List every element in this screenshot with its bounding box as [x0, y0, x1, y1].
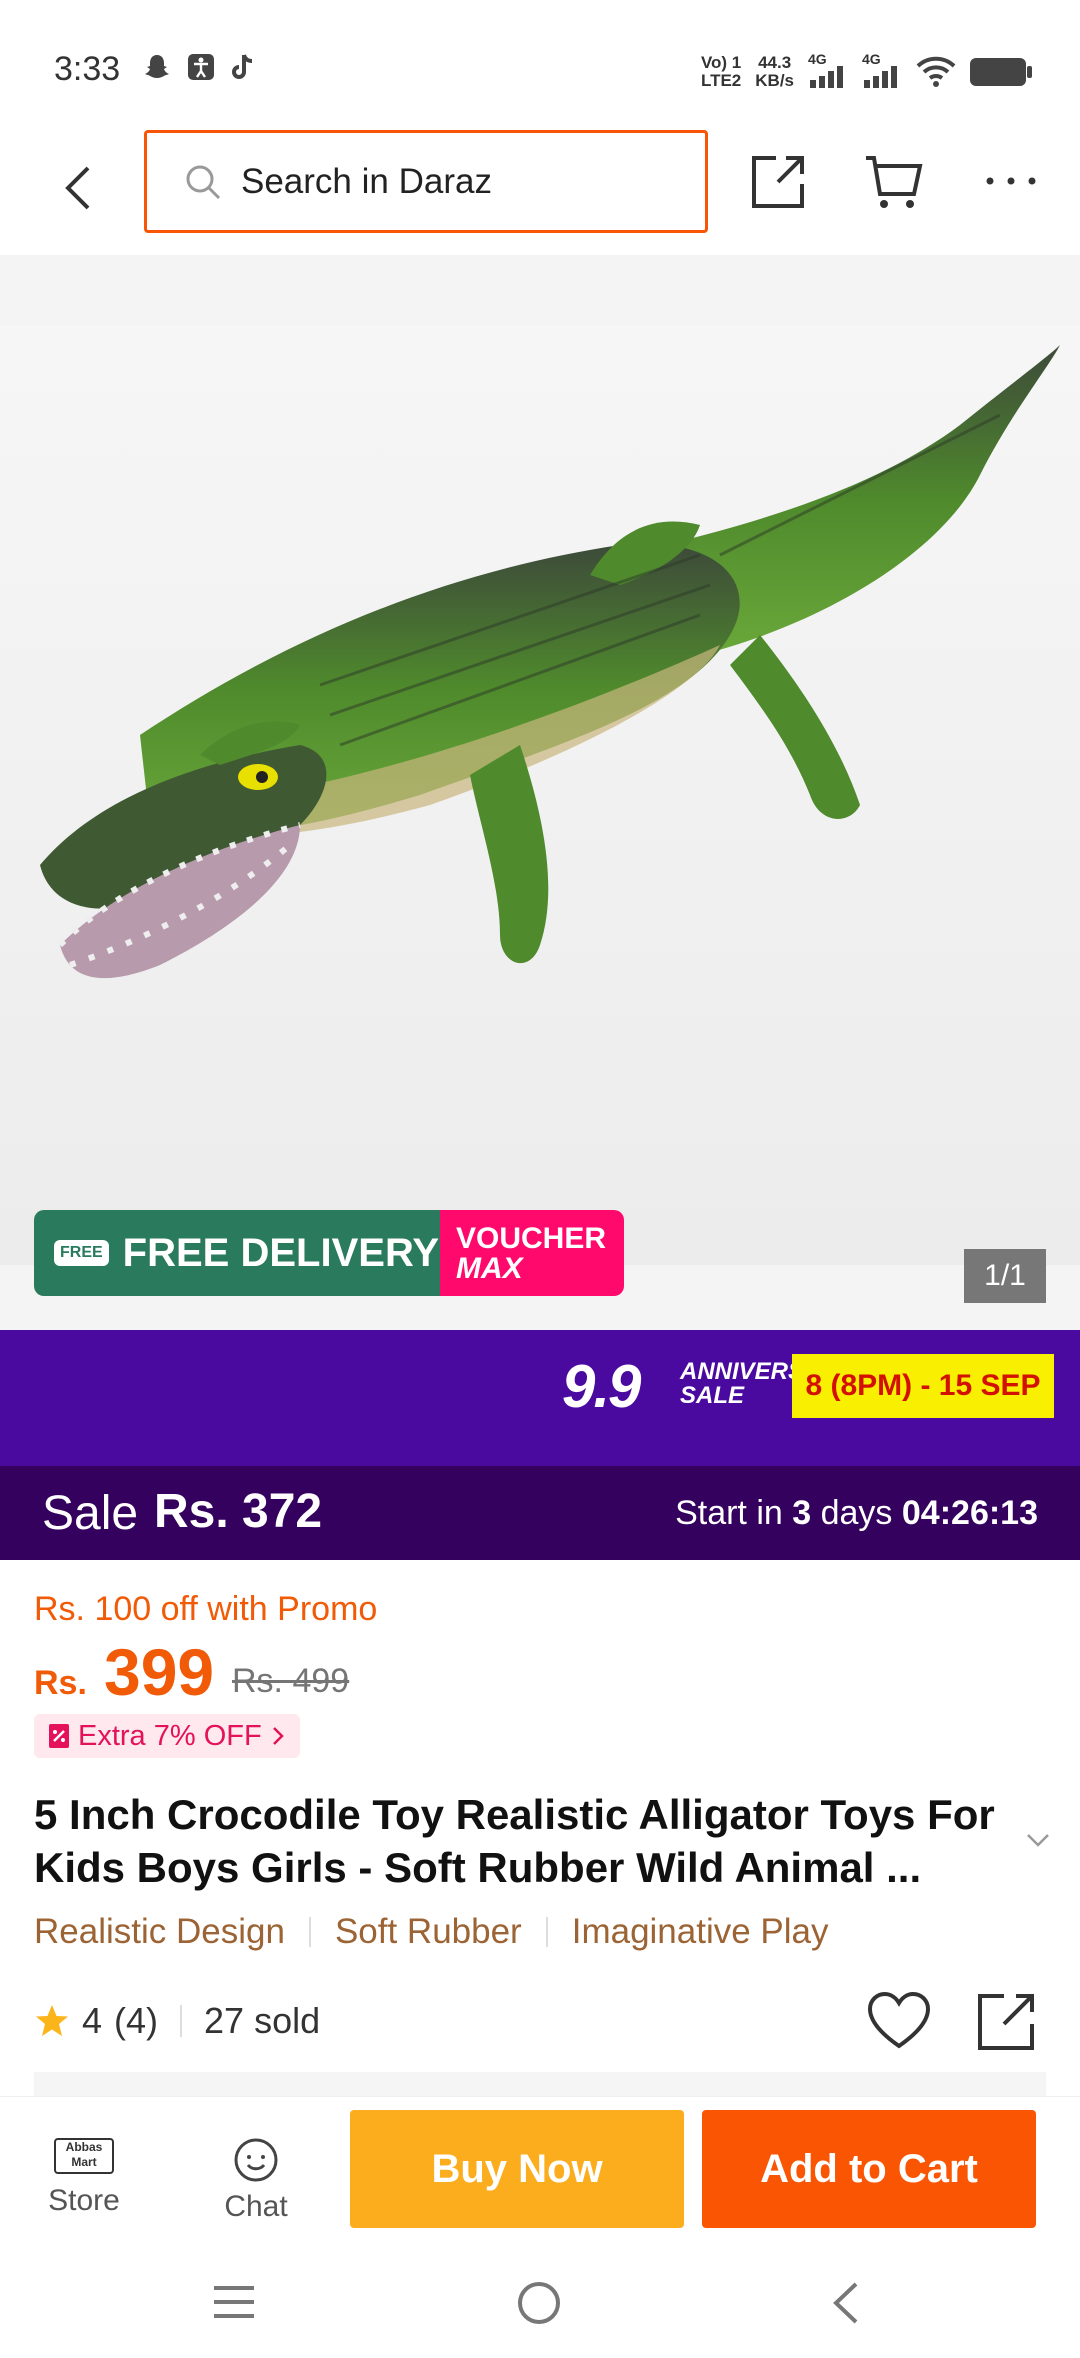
tag-soft-rubber: Soft Rubber [334, 1912, 522, 1951]
divider [180, 2005, 183, 2037]
recent-apps-icon[interactable] [212, 2282, 256, 2322]
chat-label: Chat [224, 2190, 288, 2223]
extra-off-text: Extra 7% OFF [78, 1719, 262, 1752]
delivery-truck-icon: FREE [54, 1240, 109, 1266]
tiktok-icon [232, 54, 253, 79]
rating-row[interactable]: 4 (4) 27 sold [34, 2000, 320, 2042]
free-delivery-text: FREE DELIVERY [122, 1230, 440, 1275]
product-image[interactable]: FREE FREE DELIVERY VOUCHER MAX 1/1 [0, 255, 1080, 1330]
add-to-cart-button[interactable]: Add to Cart [702, 2110, 1036, 2228]
sale-label: Sale [42, 1487, 139, 1540]
snapchat-icon [145, 55, 169, 78]
more-options-icon[interactable] [980, 150, 1042, 212]
product-tags: Realistic Design Soft Rubber Imaginative… [34, 1912, 829, 1952]
store-label: Store [48, 2184, 120, 2217]
battery-icon [970, 58, 1032, 86]
chevron-right-icon [272, 1727, 284, 1745]
signal-icon-1: 4G [808, 51, 848, 88]
star-icon [36, 2005, 68, 2036]
sale-price-bar: Sale Rs. 372 Start in 3 days 04:26:13 [0, 1466, 1080, 1560]
free-delivery-voucher-badge: FREE FREE DELIVERY VOUCHER MAX [34, 1210, 624, 1296]
status-bar: 3:33 Vo) 1 LTE2 44.3 KB/s 4G 4G [0, 0, 1080, 120]
status-time: 3:33 [54, 50, 121, 88]
sale-price: Rs. 372 [154, 1485, 323, 1538]
sold-count: 27 sold [204, 2000, 321, 2041]
search-input[interactable]: Search in Daraz [144, 130, 708, 233]
network-speed: 44.3 KB/s [755, 53, 794, 90]
cart-icon[interactable] [862, 150, 924, 212]
campaign-big-text: 9.9 [562, 1353, 641, 1420]
crocodile-toy-image [0, 325, 1080, 1265]
price: 399 [104, 1635, 215, 1709]
original-price: Rs. 499 [232, 1662, 350, 1700]
status-system-icons: Vo) 1 LTE2 44.3 KB/s 4G 4G [700, 51, 1032, 90]
tag-imaginative-play: Imaginative Play [571, 1912, 829, 1951]
wifi-icon [916, 56, 956, 87]
tag-realistic-design: Realistic Design [34, 1912, 285, 1951]
product-title[interactable]: 5 Inch Crocodile Toy Realistic Alligator… [34, 1788, 1014, 1894]
wishlist-heart-icon[interactable] [866, 1990, 932, 2052]
volte-label: Vo) 1 LTE2 [700, 53, 742, 90]
promo-text[interactable]: Rs. 100 off with Promo [34, 1590, 377, 1629]
search-icon [186, 165, 221, 199]
top-bar: Search in Daraz [0, 120, 1080, 255]
search-placeholder: Search in Daraz [241, 161, 492, 201]
store-logo: Abbas Mart [54, 2138, 114, 2174]
rating-count: (4) [114, 2000, 159, 2041]
divider [545, 1917, 548, 1947]
signal-icon-2: 4G [862, 51, 902, 88]
home-icon[interactable] [516, 2280, 562, 2326]
share-icon[interactable] [748, 150, 810, 212]
image-counter: 1/1 [964, 1249, 1046, 1303]
share-icon[interactable] [976, 1990, 1038, 2052]
extra-off-badge[interactable]: Extra 7% OFF [34, 1714, 300, 1758]
chevron-down-icon[interactable] [1022, 1824, 1054, 1856]
divider [308, 1917, 311, 1947]
voucher-icon [49, 1724, 69, 1748]
price-currency: Rs. [34, 1664, 87, 1702]
status-notification-icons [142, 52, 258, 82]
system-nav-bar [0, 2246, 1080, 2358]
voucher-max-text: VOUCHER MAX [440, 1210, 624, 1296]
sale-countdown: Start in 3 days 04:26:13 [675, 1494, 1038, 1532]
back-arrow-icon[interactable] [50, 158, 110, 218]
section-divider [34, 2072, 1046, 2096]
rating-value: 4 [82, 2000, 103, 2041]
accessibility-icon [188, 54, 214, 80]
store-button[interactable]: Abbas Mart Store [24, 2138, 144, 2218]
chat-button[interactable]: Chat [196, 2138, 316, 2224]
campaign-dates: 8 (8PM) - 15 SEP [792, 1354, 1054, 1418]
chat-icon [234, 2138, 278, 2182]
buy-now-button[interactable]: Buy Now [350, 2110, 684, 2228]
campaign-banner[interactable]: 9.9 ANNIVERSARY SALE 8 (8PM) - 15 SEP [0, 1330, 1080, 1466]
back-nav-icon[interactable] [826, 2280, 866, 2326]
